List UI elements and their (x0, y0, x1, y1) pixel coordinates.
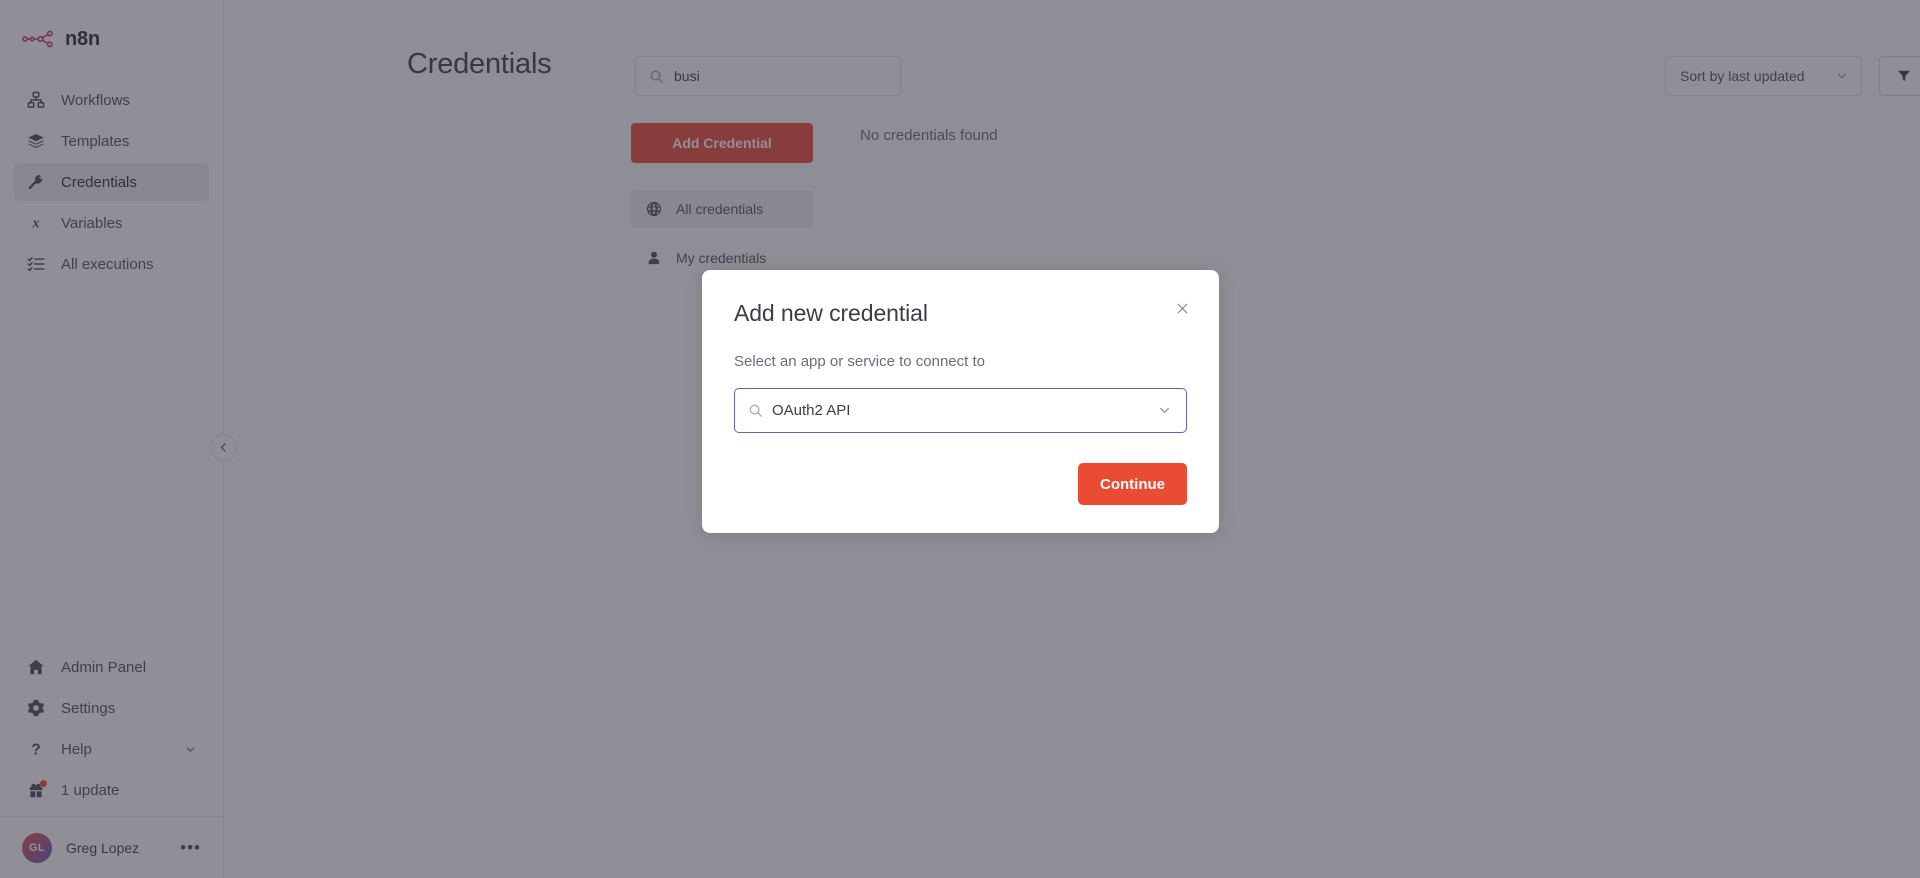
credential-type-select[interactable]: OAuth2 API (734, 388, 1187, 433)
modal-subtitle: Select an app or service to connect to (734, 353, 985, 370)
modal-footer: Continue (734, 463, 1187, 505)
credential-type-value: OAuth2 API (772, 402, 851, 419)
search-icon (748, 403, 763, 418)
close-icon[interactable] (1171, 297, 1193, 319)
continue-button[interactable]: Continue (1078, 463, 1187, 505)
modal-title: Add new credential (734, 300, 928, 326)
app-root: n8n Workflows (0, 0, 1920, 878)
add-credential-modal: Add new credential Select an app or serv… (702, 270, 1219, 533)
chevron-down-icon (1157, 403, 1172, 418)
